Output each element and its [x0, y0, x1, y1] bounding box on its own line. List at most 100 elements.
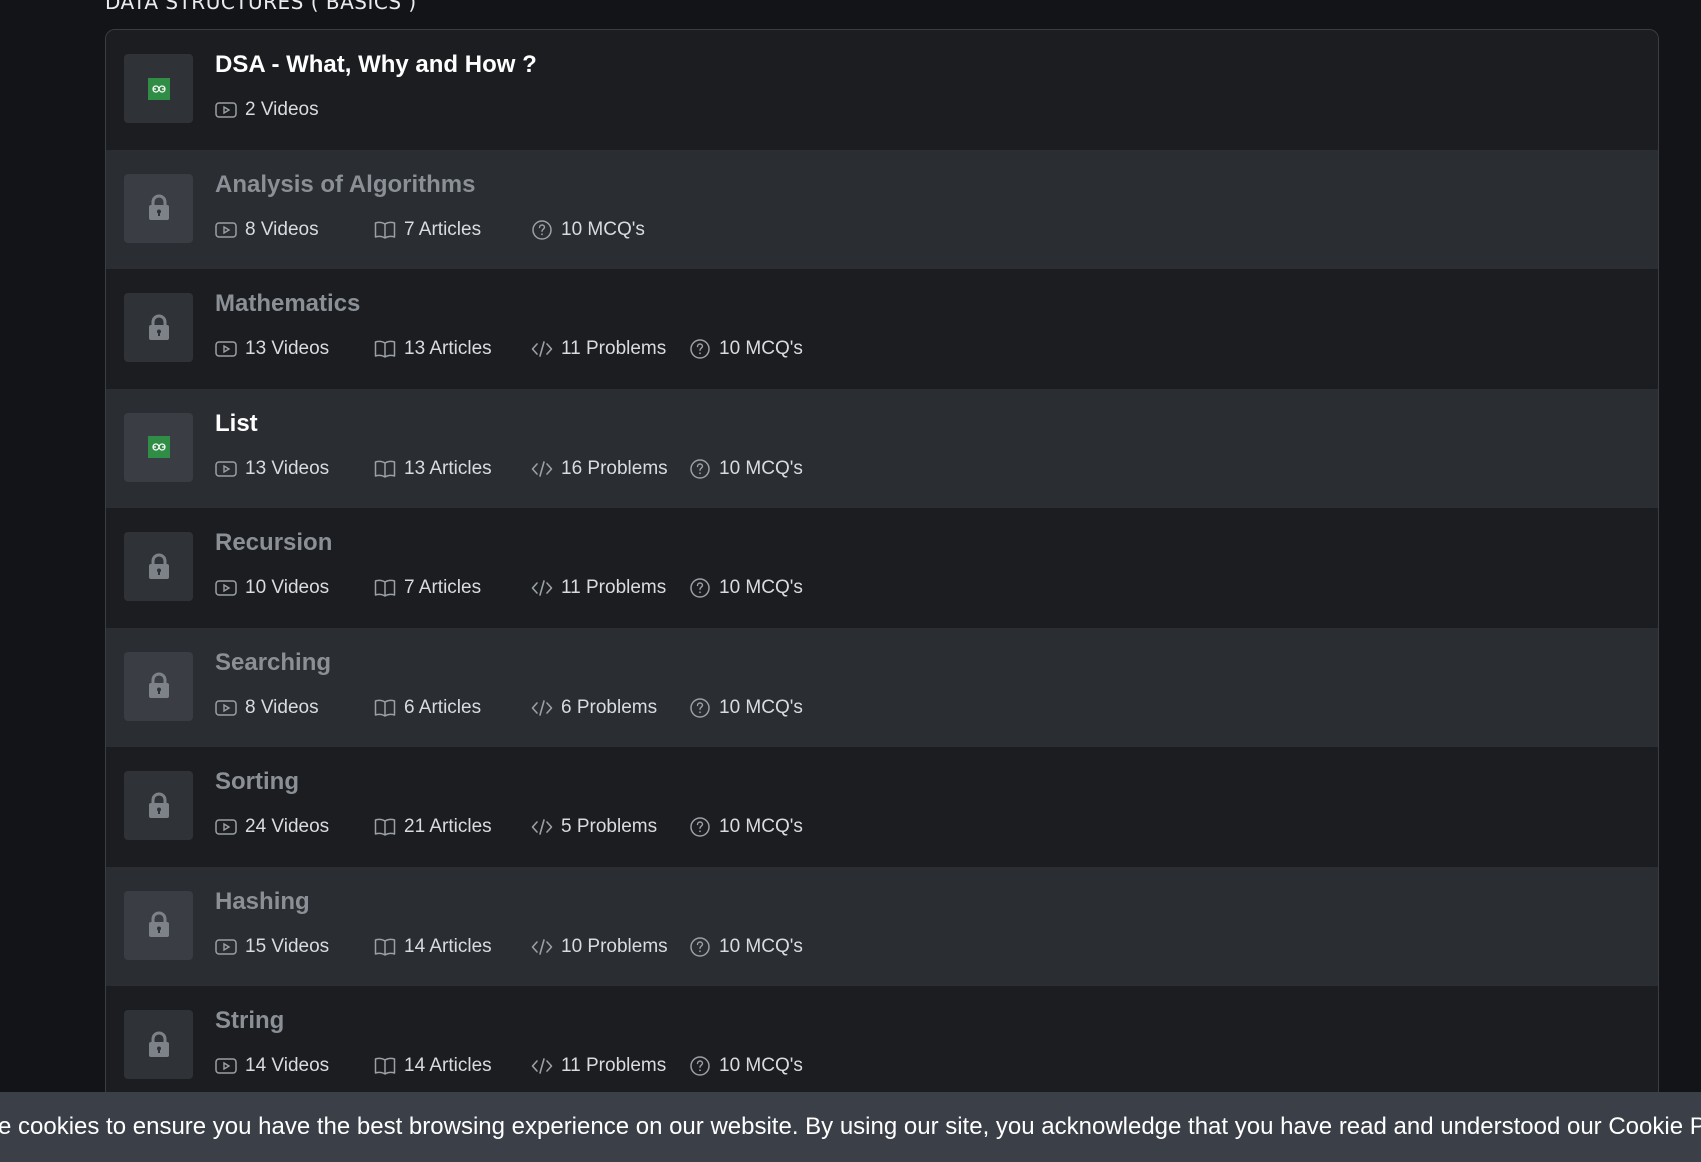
- stat-mcqs-label: 10 MCQ's: [719, 338, 803, 359]
- cookie-banner: se cookies to ensure you have the best b…: [0, 1092, 1701, 1162]
- module-stats: 13 Videos 13 Articles 16 Problems 10 MCQ's: [215, 457, 803, 481]
- module-body: DSA - What, Why and How ? 2 Videos: [215, 50, 537, 122]
- video-play-icon: [215, 219, 237, 241]
- module-list: DSA - What, Why and How ? 2 Videos Analy…: [105, 29, 1659, 1162]
- stat-problems-label: 10 Problems: [561, 935, 668, 957]
- stat-videos-label: 15 Videos: [245, 935, 330, 957]
- stat-mcqs: 10 MCQ's: [689, 816, 803, 838]
- module-thumbnail: [124, 532, 193, 601]
- question-circle-icon: [531, 219, 553, 241]
- video-play-icon: [215, 1055, 237, 1077]
- module-body: Analysis of Algorithms 8 Videos 7 Article…: [215, 170, 645, 242]
- module-title[interactable]: Hashing: [215, 887, 803, 917]
- module-row-analysis-of-algorithms[interactable]: Analysis of Algorithms 8 Videos 7 Article…: [106, 149, 1658, 269]
- question-circle-icon: [689, 936, 711, 958]
- stat-articles: 7 Articles: [374, 577, 531, 599]
- stat-mcqs: 10 MCQ's: [689, 1055, 803, 1077]
- lock-icon: [147, 791, 171, 820]
- stat-problems: 5 Problems: [531, 816, 689, 838]
- lock-icon: [147, 194, 171, 222]
- module-row-string[interactable]: String 14 Videos 14 Articles 11 Problems 10…: [106, 986, 1658, 1106]
- stat-mcqs-label: 10 MCQ's: [561, 218, 645, 240]
- module-stats: 14 Videos 14 Articles 11 Problems 10 MCQ's: [215, 1054, 803, 1078]
- module-stats: 8 Videos 6 Articles 6 Problems 10 MCQ's: [215, 696, 803, 720]
- stat-articles-label: 7 Articles: [404, 218, 482, 240]
- stat-articles: 6 Articles: [374, 697, 531, 719]
- code-icon: [531, 458, 553, 480]
- stat-mcqs: 10 MCQ's: [689, 577, 803, 599]
- module-row-recursion[interactable]: Recursion 10 Videos 7 Articles 11 Problems…: [106, 508, 1658, 628]
- module-title[interactable]: Recursion: [215, 528, 803, 558]
- stat-mcqs-label: 10 MCQ's: [719, 816, 803, 837]
- video-play-icon: [215, 697, 237, 719]
- stat-articles-label: 13 Articles: [404, 338, 492, 359]
- code-icon: [531, 577, 553, 599]
- stat-problems: 11 Problems: [531, 1055, 689, 1077]
- stat-videos-label: 8 Videos: [245, 696, 319, 718]
- module-body: Sorting 24 Videos 21 Articles 5 Problems 10…: [215, 767, 803, 839]
- stat-mcqs-label: 10 MCQ's: [719, 457, 803, 479]
- stat-videos-label: 24 Videos: [245, 816, 330, 837]
- module-body: Mathematics 13 Videos 13 Articles 11 Probl…: [215, 289, 803, 361]
- stat-problems: 10 Problems: [531, 936, 689, 958]
- module-row-sorting[interactable]: Sorting 24 Videos 21 Articles 5 Problems 10…: [106, 747, 1658, 867]
- book-open-icon: [374, 816, 396, 838]
- stat-articles: 14 Articles: [374, 936, 531, 958]
- module-body: String 14 Videos 14 Articles 11 Problems 10…: [215, 1006, 803, 1078]
- question-circle-icon: [689, 577, 711, 599]
- course-page: DATA STRUCTURES ( BASICS ) DSA - What, W…: [0, 0, 1701, 1162]
- video-play-icon: [215, 458, 237, 480]
- stat-articles: 7 Articles: [374, 219, 531, 241]
- stat-problems: 11 Problems: [531, 577, 689, 599]
- module-thumbnail: [124, 651, 193, 721]
- module-title[interactable]: List: [215, 409, 803, 439]
- stat-mcqs: 10 MCQ's: [689, 936, 803, 958]
- lock-icon: [147, 672, 171, 700]
- module-stats: 8 Videos 7 Articles 10 MCQ's: [215, 218, 645, 242]
- stat-problems-label: 11 Problems: [561, 338, 667, 359]
- module-body: List 13 Videos 13 Articles 16 Problems 10 M…: [215, 409, 803, 481]
- module-row-mathematics[interactable]: Mathematics 13 Videos 13 Articles 11 Probl…: [106, 269, 1658, 389]
- module-thumbnail: [124, 1010, 193, 1079]
- module-stats: 2 Videos: [215, 98, 537, 122]
- question-circle-icon: [689, 458, 711, 480]
- module-title[interactable]: Searching: [215, 648, 803, 678]
- module-thumbnail: [124, 173, 193, 243]
- code-icon: [531, 1055, 553, 1077]
- module-row-searching[interactable]: Searching 8 Videos 6 Articles 6 Problems 10…: [106, 627, 1658, 747]
- stat-videos: 8 Videos: [215, 219, 374, 241]
- stat-videos-label: 14 Videos: [245, 1055, 330, 1076]
- lock-icon: [147, 911, 171, 939]
- module-title[interactable]: Sorting: [215, 767, 803, 797]
- stat-videos: 8 Videos: [215, 697, 374, 719]
- video-play-icon: [215, 99, 237, 121]
- stat-videos: 13 Videos: [215, 338, 374, 360]
- module-row-dsa-what-why-and-how[interactable]: DSA - What, Why and How ? 2 Videos: [106, 30, 1658, 150]
- module-thumbnail: [124, 293, 193, 362]
- module-thumbnail: [124, 54, 193, 123]
- question-circle-icon: [689, 338, 711, 360]
- video-play-icon: [215, 338, 237, 360]
- module-title[interactable]: DSA - What, Why and How ?: [215, 50, 537, 80]
- question-circle-icon: [689, 697, 711, 719]
- stat-videos-label: 2 Videos: [245, 99, 319, 120]
- code-icon: [531, 816, 553, 838]
- code-icon: [531, 697, 553, 719]
- stat-problems-label: 5 Problems: [561, 816, 658, 837]
- module-row-hashing[interactable]: Hashing 15 Videos 14 Articles 10 Problems 1…: [106, 866, 1658, 986]
- video-play-icon: [215, 936, 237, 958]
- stat-articles-label: 14 Articles: [404, 935, 492, 957]
- book-open-icon: [374, 338, 396, 360]
- module-title[interactable]: Analysis of Algorithms: [215, 170, 645, 200]
- module-title[interactable]: Mathematics: [215, 289, 803, 319]
- stat-articles-label: 6 Articles: [404, 696, 482, 718]
- module-stats: 10 Videos 7 Articles 11 Problems 10 MCQ's: [215, 576, 803, 600]
- stat-articles: 14 Articles: [374, 1055, 531, 1077]
- module-thumbnail: [124, 890, 193, 960]
- stat-mcqs-label: 10 MCQ's: [719, 696, 803, 718]
- module-row-list[interactable]: List 13 Videos 13 Articles 16 Problems 10 M…: [106, 388, 1658, 508]
- stat-mcqs: 10 MCQ's: [689, 338, 803, 360]
- module-title[interactable]: String: [215, 1006, 803, 1036]
- book-open-icon: [374, 577, 396, 599]
- stat-mcqs-label: 10 MCQ's: [719, 1055, 803, 1076]
